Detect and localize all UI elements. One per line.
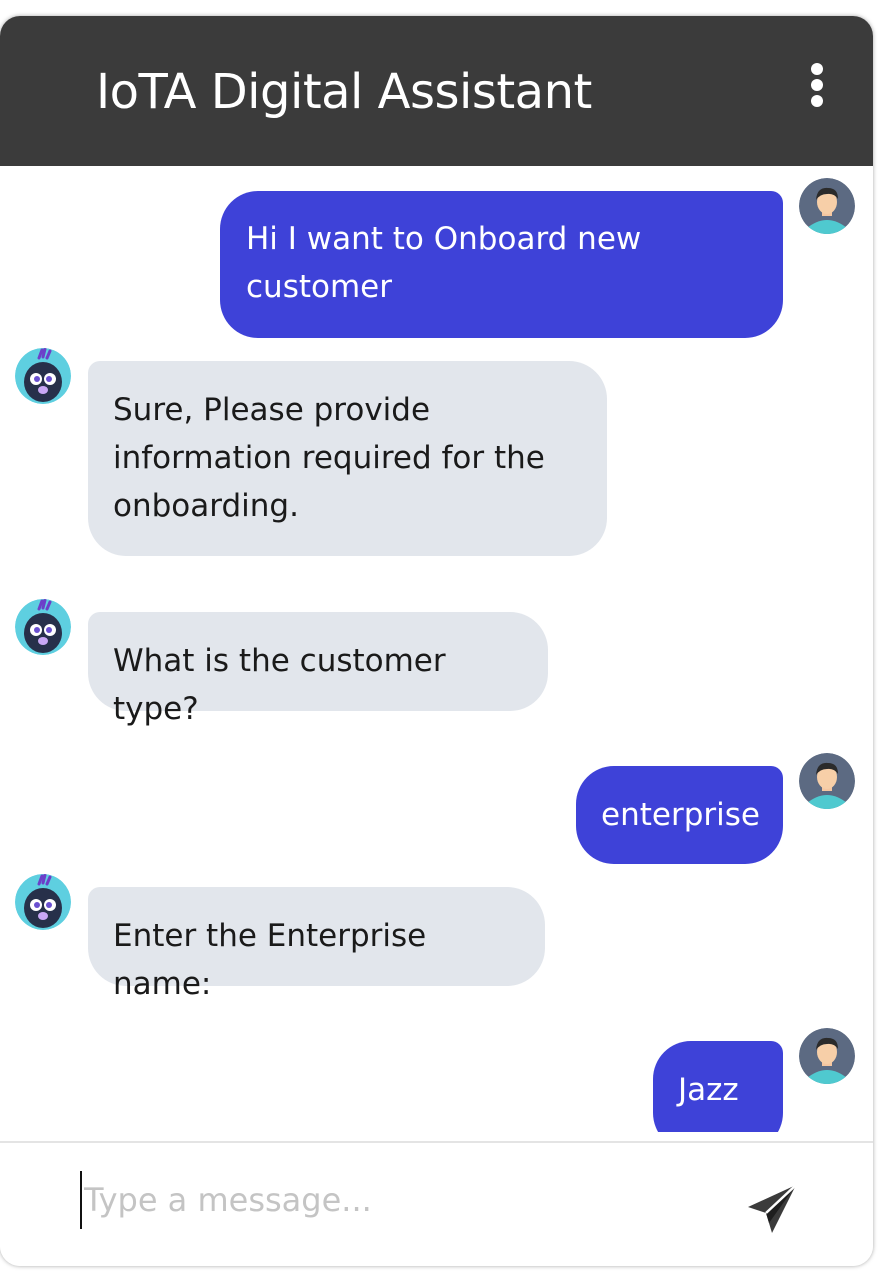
bot-message: Enter the Enterprise name: (88, 887, 545, 1002)
send-button[interactable] (744, 1181, 800, 1237)
user-avatar-icon (799, 178, 855, 234)
bot-avatar-icon (15, 874, 71, 930)
bot-message: What is the customer type? (88, 612, 548, 727)
menu-dot-icon (811, 79, 823, 91)
user-message: Jazz (653, 1041, 783, 1132)
paper-plane-send-icon (748, 1184, 797, 1233)
chat-title: IoTA Digital Assistant (96, 64, 592, 120)
message-input[interactable] (80, 1171, 686, 1229)
message-composer (0, 1141, 873, 1266)
menu-dot-icon (811, 63, 823, 75)
chat-header: IoTA Digital Assistant (0, 16, 873, 166)
bot-avatar-icon (15, 599, 71, 655)
bot-avatar-icon (15, 348, 71, 404)
user-message: Hi I want to Onboard new customer (220, 191, 783, 338)
menu-dot-icon (811, 95, 823, 107)
user-avatar-icon (799, 753, 855, 809)
conversation-area[interactable]: Hi I want to Onboard new customer Sure, … (0, 166, 873, 1132)
user-avatar-icon (799, 1028, 855, 1084)
more-options-button[interactable] (798, 60, 838, 110)
chat-widget: IoTA Digital Assistant Hi I want to Onbo… (0, 16, 873, 1266)
bot-message: Sure, Please provide information require… (88, 361, 607, 556)
user-message: enterprise (576, 766, 783, 864)
